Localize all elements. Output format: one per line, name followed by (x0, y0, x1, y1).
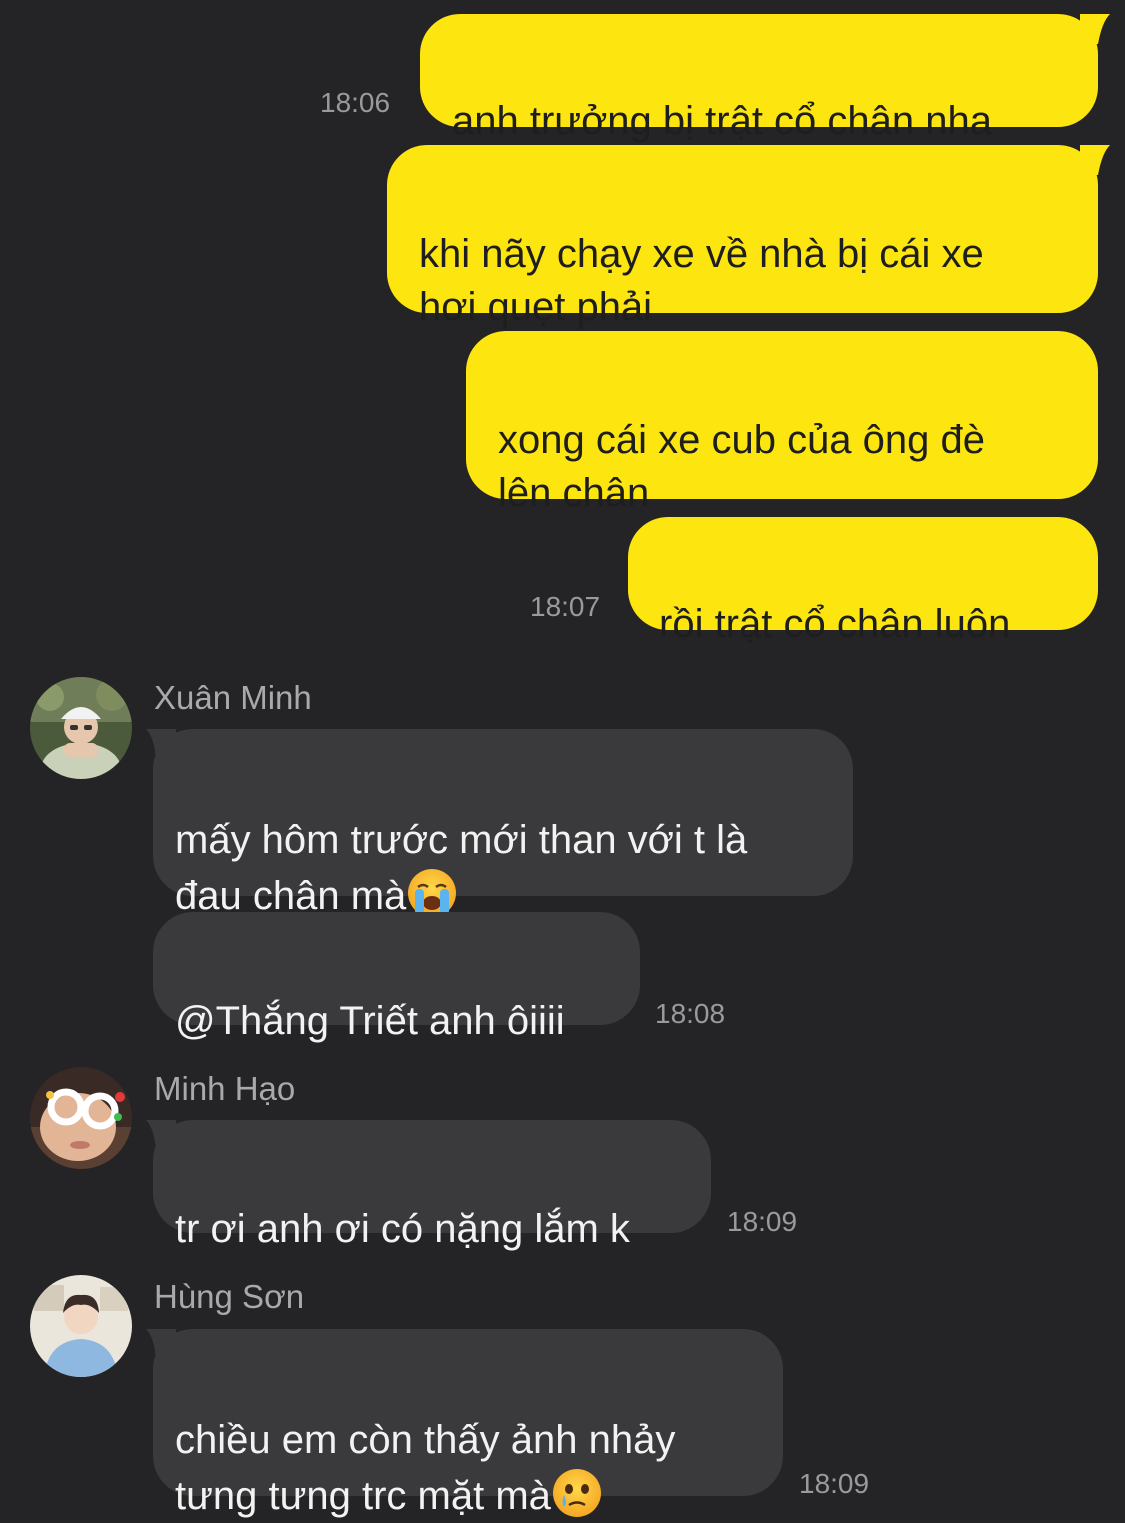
message-timestamp: 18:09 (727, 1206, 798, 1237)
message-timestamp: 18:06 (320, 87, 391, 118)
bubble-tail-icon (146, 729, 176, 759)
incoming-message-bubble[interactable]: chiều em còn thấy ảnh nhảy tưng tưng trc… (153, 1329, 783, 1518)
message-timestamp: 18:09 (799, 1468, 870, 1499)
avatar-boy-blue-hoodie-icon (30, 1275, 132, 1377)
message-text: anh trưởng bị trật cổ chân nha (452, 99, 992, 143)
outgoing-message-bubble[interactable]: anh trưởng bị trật cổ chân nha (420, 14, 1098, 143)
incoming-message-bubble[interactable]: mấy hôm trước mới than với t là đau chân… (153, 729, 853, 918)
bubble-tail-icon (146, 1329, 176, 1359)
avatar[interactable] (30, 1275, 132, 1377)
message-text: tr ơi anh ơi có nặng lắm k (175, 1207, 630, 1251)
avatar-girl-with-hat-icon (30, 677, 132, 779)
message-text: mấy hôm trước mới than với t là đau chân… (175, 818, 748, 918)
message-text: xong cái xe cub của ông đè lên chân (498, 418, 986, 515)
message-text: @Thắng Triết anh ôiiii (175, 999, 565, 1043)
sender-name: Hùng Sơn (154, 1278, 305, 1315)
incoming-message-bubble[interactable]: tr ơi anh ơi có nặng lắm k (153, 1120, 711, 1251)
outgoing-message-bubble[interactable]: khi nãy chạy xe về nhà bị cái xe hơi quẹ… (387, 145, 1098, 329)
message-timestamp: 18:07 (530, 591, 601, 622)
sender-name: Minh Hạo (154, 1070, 296, 1107)
message-timestamp: 18:08 (655, 998, 726, 1029)
incoming-message-bubble[interactable]: @Thắng Triết anh ôiiii (153, 912, 640, 1043)
message-text: khi nãy chạy xe về nhà bị cái xe hơi quẹ… (419, 232, 984, 329)
face-holding-back-tears-icon (552, 1469, 601, 1517)
avatar-person-with-glasses-icon (30, 1067, 132, 1169)
avatar[interactable] (30, 1067, 132, 1169)
bubble-tail-icon (1080, 14, 1110, 44)
bubble-tail-icon (1080, 145, 1110, 175)
bubble-tail-icon (146, 1120, 176, 1150)
message-text: rồi trật cổ chân luôn (659, 602, 1011, 646)
outgoing-message-bubble[interactable]: rồi trật cổ chân luôn (628, 517, 1098, 646)
sender-name: Xuân Minh (154, 679, 312, 716)
avatar[interactable] (30, 677, 132, 779)
outgoing-message-bubble[interactable]: xong cái xe cub của ông đè lên chân (466, 331, 1098, 515)
